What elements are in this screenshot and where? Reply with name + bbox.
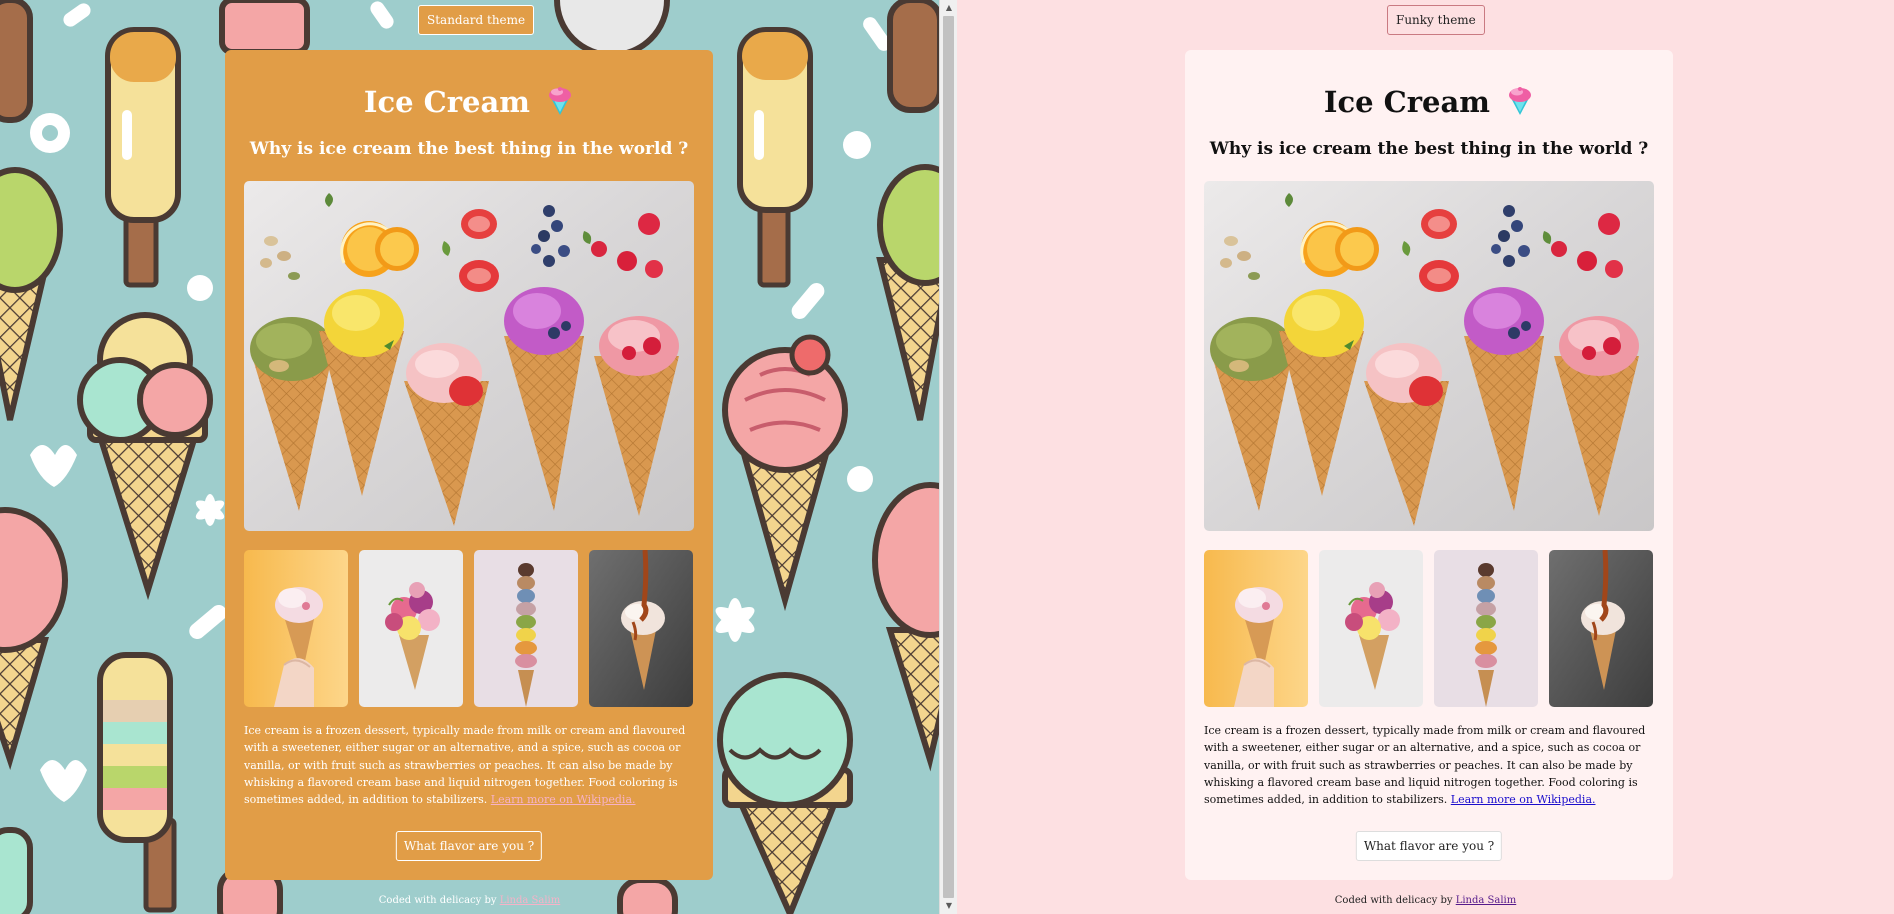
footer-text: Coded with delicacy by [378, 895, 497, 906]
footer-credit: Coded with delicacy by Linda Salim [0, 894, 939, 908]
hero-image [244, 181, 694, 531]
page-subtitle: Why is ice cream the best thing in the w… [1209, 139, 1649, 159]
scroll-up-arrow-icon[interactable]: ▲ [940, 0, 958, 16]
what-flavor-button[interactable]: What flavor are you ? [395, 831, 543, 861]
scrollbar-thumb[interactable] [943, 16, 954, 898]
shaved-ice-emoji-icon [546, 86, 574, 116]
description-paragraph: Ice cream is a frozen dessert, typically… [244, 722, 696, 808]
author-link[interactable]: Linda Salim [500, 895, 561, 906]
author-link[interactable]: Linda Salim [1456, 895, 1517, 906]
gallery-thumbnail-bouquet-cone[interactable] [359, 550, 463, 707]
title-text: Ice Cream [1323, 85, 1490, 119]
page-title: Ice Cream [225, 82, 713, 122]
gallery-thumbnail-stacked-cone[interactable] [1434, 550, 1538, 707]
standard-theme-button[interactable]: Standard theme [418, 5, 535, 35]
hero-image [1204, 181, 1654, 531]
gallery-thumbnail-drizzle-cone[interactable] [589, 550, 693, 707]
vertical-scrollbar[interactable]: ▲ ▼ [939, 0, 957, 914]
description-paragraph: Ice cream is a frozen dessert, typically… [1204, 722, 1656, 808]
content-card: Ice Cream Why is ice cream the best thin… [225, 50, 713, 880]
gallery-thumbnail-drizzle-cone[interactable] [1549, 550, 1653, 707]
what-flavor-button[interactable]: What flavor are you ? [1355, 831, 1503, 861]
standard-theme-pane: Funky theme Ice Cream Why is ice cream t… [957, 0, 1894, 914]
gallery-thumbnail-hand-cone[interactable] [244, 550, 348, 707]
gallery-thumbnail-bouquet-cone[interactable] [1319, 550, 1423, 707]
funky-theme-button[interactable]: Funky theme [1387, 5, 1485, 35]
gallery-thumbnail-hand-cone[interactable] [1204, 550, 1308, 707]
funky-theme-pane: Standard theme Ice Cream Why is ice crea… [0, 0, 939, 914]
title-text: Ice Cream [363, 85, 530, 119]
footer-credit: Coded with delicacy by Linda Salim [957, 894, 1894, 908]
footer-text: Coded with delicacy by [1334, 895, 1453, 906]
gallery-thumbnail-stacked-cone[interactable] [474, 550, 578, 707]
page-subtitle: Why is ice cream the best thing in the w… [249, 139, 689, 159]
scroll-down-arrow-icon[interactable]: ▼ [940, 898, 958, 914]
content-card: Ice Cream Why is ice cream the best thin… [1185, 50, 1673, 880]
wikipedia-link[interactable]: Learn more on Wikipedia. [1451, 793, 1596, 806]
page-title: Ice Cream [1185, 82, 1673, 122]
wikipedia-link[interactable]: Learn more on Wikipedia. [491, 793, 636, 806]
shaved-ice-emoji-icon [1506, 86, 1534, 116]
